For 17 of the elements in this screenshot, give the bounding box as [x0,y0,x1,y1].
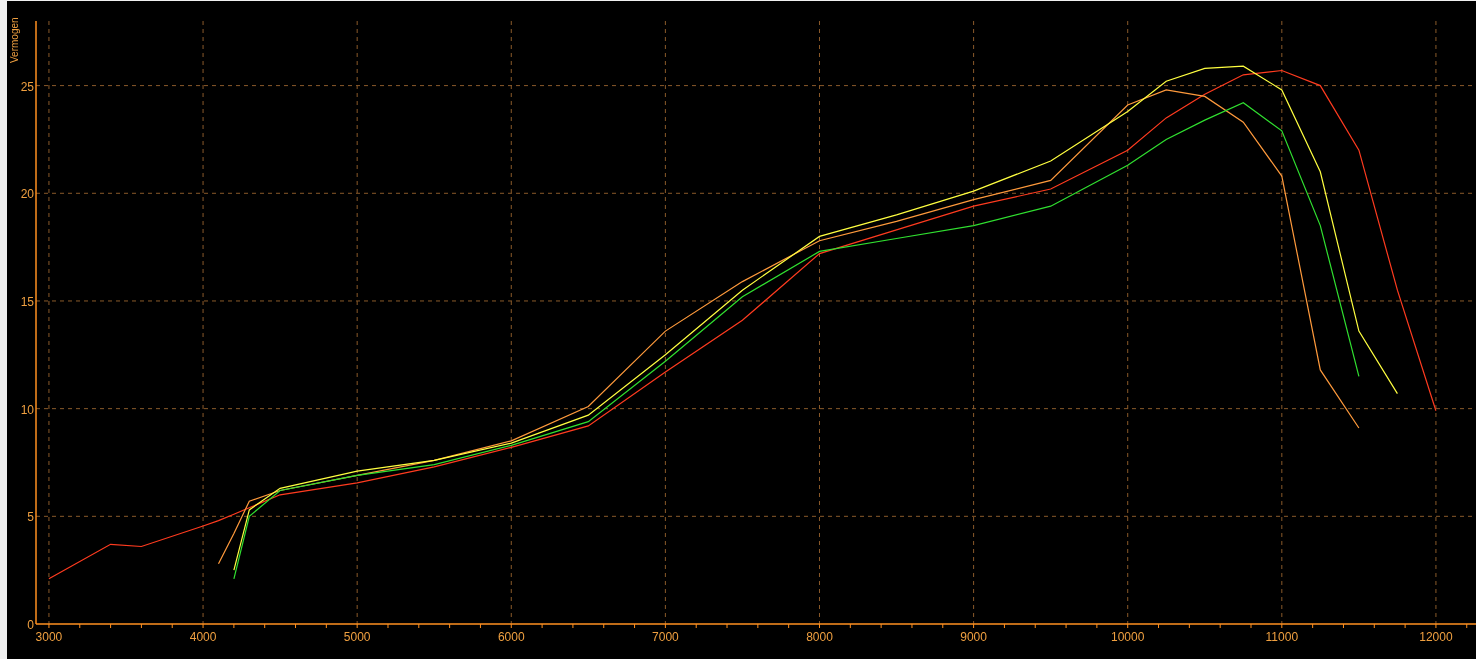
tick-label: 8000 [806,630,833,644]
tick-label: 15 [20,294,34,309]
tick-label: 11000 [1265,630,1299,644]
tick-label: 20 [20,187,34,202]
tick-label: 10000 [1111,630,1145,644]
tick-label: 5000 [343,630,371,644]
tick-label: 25 [20,79,34,94]
tick-label: 6000 [497,630,525,644]
tick-label: 12000 [1419,630,1453,644]
tick-label: 7000 [652,630,679,644]
tick-label: 9000 [960,630,987,644]
tick-label: 4000 [189,630,217,644]
tick-label: 5 [27,510,34,525]
tick-label: 0 [27,618,34,632]
axis-title: Vermogen [9,17,20,63]
tick-label: 10 [20,402,34,417]
tick-label: 3000 [35,630,63,644]
